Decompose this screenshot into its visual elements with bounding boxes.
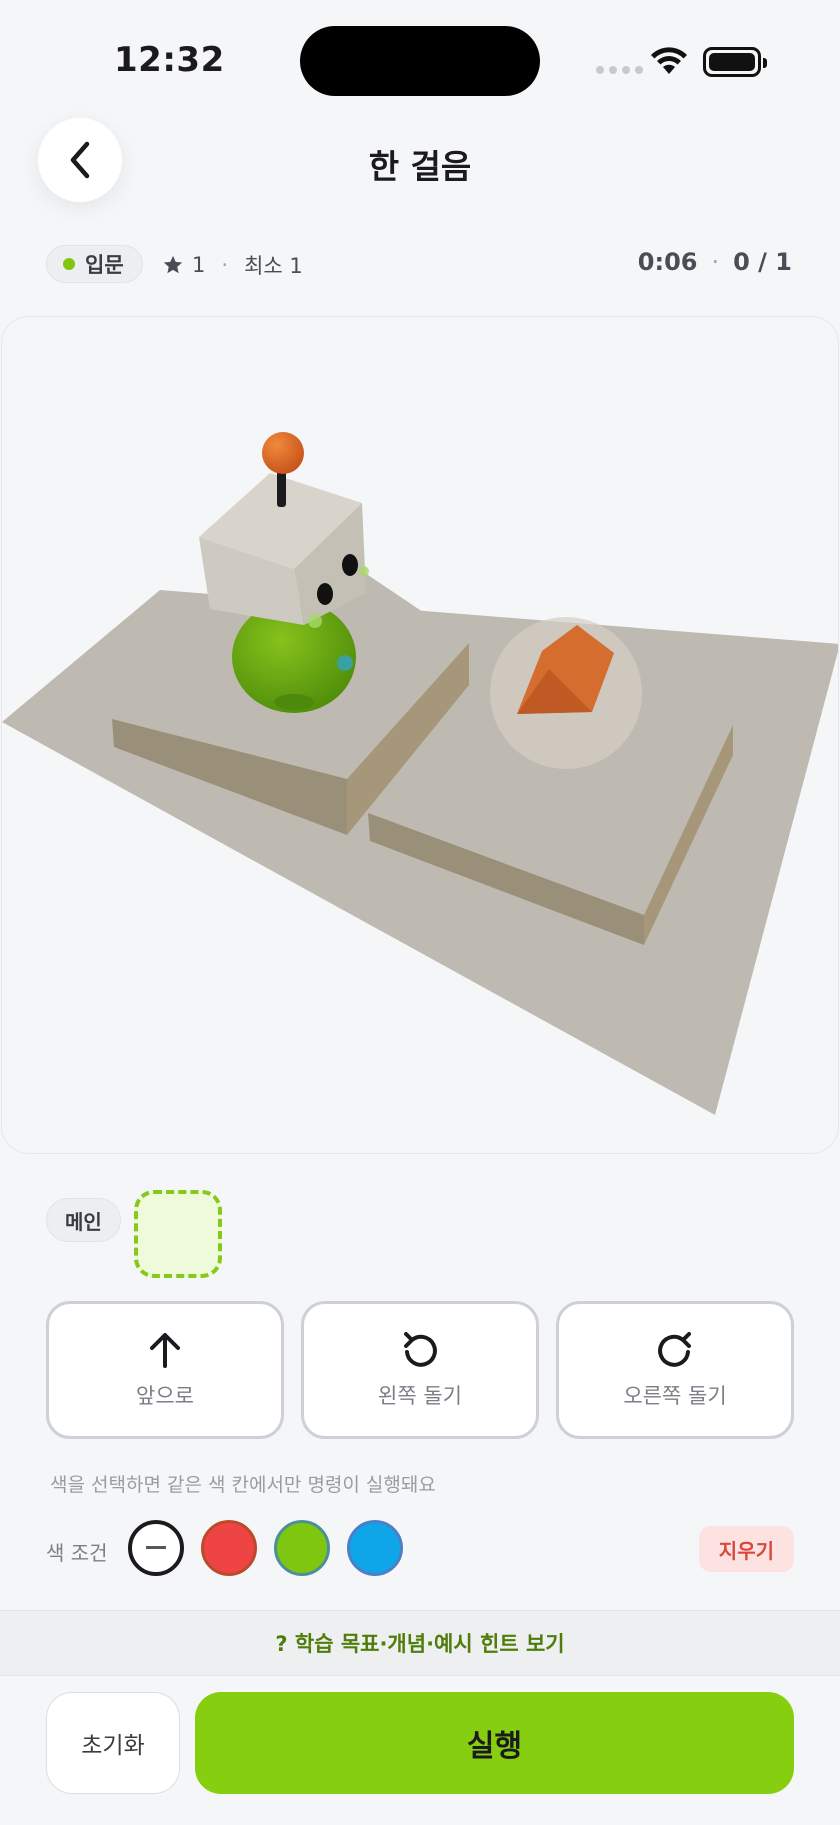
separator: · (711, 248, 720, 276)
main-function-label: 메인 (46, 1198, 121, 1242)
green-color-swatch[interactable] (274, 1520, 330, 1576)
blue-color-swatch[interactable] (347, 1520, 403, 1576)
turn-left-command-button[interactable]: 왼쪽 돌기 (301, 1301, 539, 1439)
robot-dot (337, 655, 353, 671)
cellular-signal-icon (596, 66, 643, 74)
wifi-icon (651, 47, 687, 74)
forward-command-button[interactable]: 앞으로 (46, 1301, 284, 1439)
arrow-up-icon (150, 1333, 180, 1368)
battery-icon (703, 47, 767, 77)
robot-cheek (359, 566, 369, 576)
rotate-left-icon (404, 1332, 437, 1367)
robot-base (274, 694, 314, 710)
command-label: 왼쪽 돌기 (378, 1384, 462, 1408)
robot-cheek (308, 614, 322, 628)
hint-toggle[interactable]: ? 학습 목표·개념·예시 힌트 보기 (0, 1610, 840, 1676)
no-color-swatch[interactable] (128, 1520, 184, 1576)
color-condition-hint: 색을 선택하면 같은 색 칸에서만 명령이 실행돼요 (50, 1474, 436, 1496)
turn-right-command-button[interactable]: 오른쪽 돌기 (556, 1301, 794, 1439)
status-clock: 12:32 (114, 40, 225, 80)
program-drop-slot[interactable] (134, 1190, 222, 1278)
color-swatches (128, 1520, 403, 1576)
level-badge: 입문 (46, 245, 143, 283)
goal-progress: 0 / 1 (733, 248, 792, 276)
page-title: 한 걸음 (368, 147, 472, 186)
puzzle-info: 1 · 최소 1 (162, 250, 303, 280)
robot-antenna-ball (262, 432, 304, 474)
command-label: 앞으로 (136, 1384, 194, 1408)
robot-eye (342, 554, 358, 576)
color-condition-label: 색 조건 (46, 1541, 108, 1565)
robot-eye (317, 583, 333, 605)
reset-button[interactable]: 초기화 (46, 1692, 180, 1794)
red-color-swatch[interactable] (201, 1520, 257, 1576)
erase-button[interactable]: 지우기 (698, 1526, 794, 1572)
game-scene[interactable] (1, 316, 839, 1154)
min-steps: 최소 1 (244, 254, 303, 278)
timer: 0:06 (637, 248, 698, 276)
run-stats: 0:06 · 0 / 1 (638, 248, 792, 276)
command-palette: 앞으로 왼쪽 돌기 오른쪽 돌기 (46, 1301, 794, 1439)
level-label: 입문 (85, 253, 124, 277)
command-label: 오른쪽 돌기 (623, 1384, 727, 1408)
star-count: 1 (192, 253, 206, 277)
rotate-right-icon (658, 1332, 691, 1367)
status-bar: 12:32 (0, 0, 840, 110)
level-dot (63, 258, 75, 270)
run-button[interactable]: 실행 (195, 1692, 794, 1794)
separator: · (221, 253, 229, 277)
dynamic-island (300, 26, 540, 96)
star-icon (163, 255, 183, 274)
